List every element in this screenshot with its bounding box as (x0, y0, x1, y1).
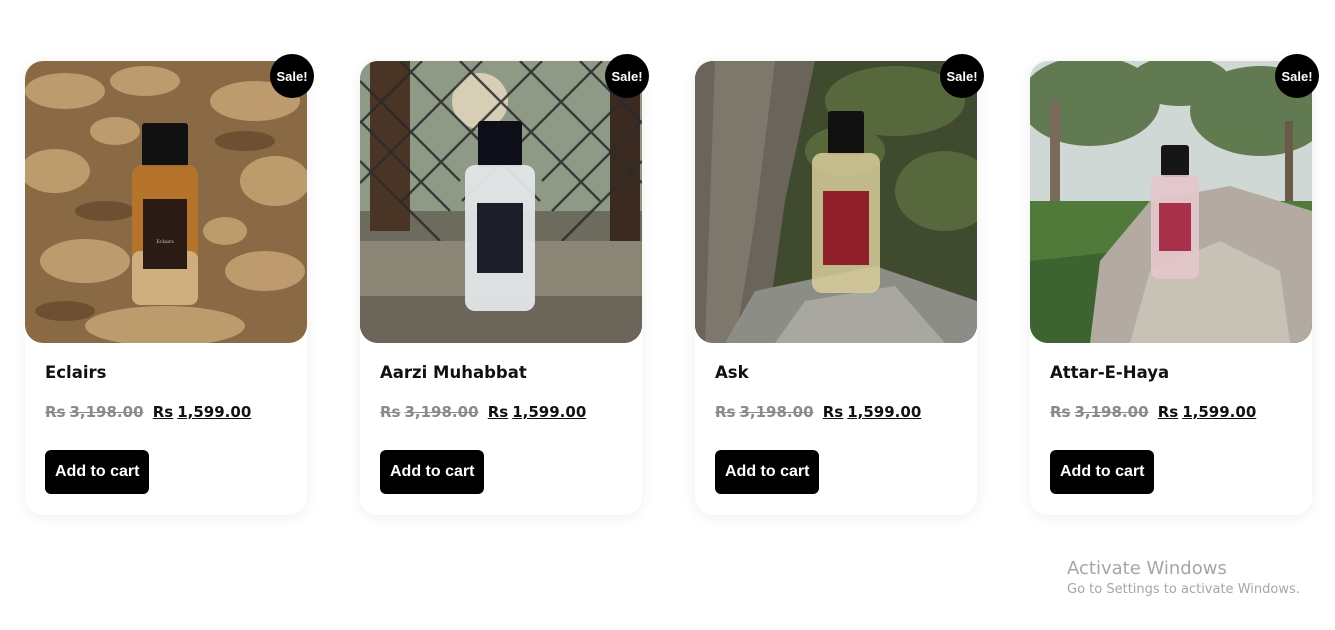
add-to-cart-button[interactable]: Add to cart (45, 450, 150, 494)
add-to-cart-button[interactable]: Add to cart (380, 450, 485, 494)
product-card-eclairs: Eclairs Sale! Eclairs Rs 3,198.00 Rs 1,599… (25, 54, 314, 515)
product-title[interactable]: Ask (715, 363, 749, 382)
product-image-attar-e-haya[interactable] (1030, 61, 1312, 343)
svg-text:Eclairs: Eclairs (156, 239, 174, 245)
watermark-title: Activate Windows (1067, 558, 1227, 579)
sale-price: Rs 1,599.00 (1157, 403, 1257, 421)
product-card-aarzi-muhabbat: Sale! Aarzi Muhabbat Rs 3,198.00 Rs 1,599.… (360, 54, 649, 515)
product-grid: Eclairs Sale! Eclairs Rs 3,198.00 Rs 1,599… (25, 54, 1319, 515)
sale-price: Rs 1,599.00 (822, 403, 922, 421)
sale-badge: Sale! (1275, 54, 1319, 98)
perfume-bottle-image (1030, 61, 1312, 343)
add-to-cart-button[interactable]: Add to cart (715, 450, 820, 494)
product-price: Rs 3,198.00 Rs 1,599.00 (380, 403, 586, 421)
product-image-aarzi-muhabbat[interactable] (360, 61, 642, 343)
sale-price: Rs 1,599.00 (487, 403, 587, 421)
product-image-eclairs[interactable]: Eclairs (25, 61, 307, 343)
sale-badge: Sale! (605, 54, 649, 98)
perfume-bottle-image (360, 61, 642, 343)
product-price: Rs 3,198.00 Rs 1,599.00 (715, 403, 921, 421)
windows-activation-watermark: Activate Windows Go to Settings to activ… (1067, 558, 1300, 597)
original-price: Rs 3,198.00 (1050, 403, 1149, 421)
product-title[interactable]: Eclairs (45, 363, 106, 382)
product-title[interactable]: Attar-E-Haya (1050, 363, 1169, 382)
product-price: Rs 3,198.00 Rs 1,599.00 (45, 403, 251, 421)
product-image-ask[interactable] (695, 61, 977, 343)
sale-badge: Sale! (270, 54, 314, 98)
product-title[interactable]: Aarzi Muhabbat (380, 363, 527, 382)
original-price: Rs 3,198.00 (715, 403, 814, 421)
product-card-ask: Sale! Ask Rs 3,198.00 Rs 1,599.00 Add to c… (695, 54, 984, 515)
product-card-attar-e-haya: Sale! Attar-E-Haya Rs 3,198.00 Rs 1,599.00… (1030, 54, 1319, 515)
sale-badge: Sale! (940, 54, 984, 98)
product-price: Rs 3,198.00 Rs 1,599.00 (1050, 403, 1256, 421)
add-to-cart-button[interactable]: Add to cart (1050, 450, 1155, 494)
original-price: Rs 3,198.00 (45, 403, 144, 421)
sale-price: Rs 1,599.00 (152, 403, 252, 421)
perfume-bottle-image: Eclairs (25, 61, 307, 343)
watermark-subtitle: Go to Settings to activate Windows. (1067, 582, 1300, 597)
perfume-bottle-image (695, 61, 977, 343)
original-price: Rs 3,198.00 (380, 403, 479, 421)
